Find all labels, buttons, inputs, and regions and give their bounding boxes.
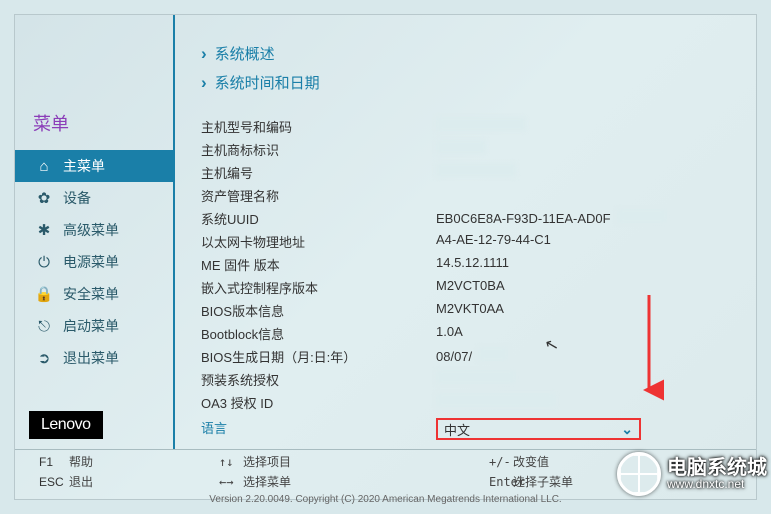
redacted-value: [436, 163, 516, 177]
sidebar-item-devices[interactable]: ✿ 设备: [15, 182, 173, 214]
language-select[interactable]: 中文 ⌄: [436, 418, 641, 440]
advanced-icon: ✱: [35, 221, 53, 239]
info-row: ME 固件 版本14.5.12.1111: [201, 253, 746, 276]
sidebar-item-label: 安全菜单: [63, 284, 119, 304]
sidebar-item-security[interactable]: 🔒 安全菜单: [15, 278, 173, 310]
exit-icon: ➲: [35, 349, 53, 367]
info-label: 预装系统授权: [201, 370, 436, 389]
lock-icon: 🔒: [35, 285, 53, 303]
chevron-right-icon: ›: [201, 73, 207, 93]
info-value: [436, 370, 746, 389]
sidebar-item-label: 设备: [63, 188, 91, 208]
sidebar-menu: ⌂ 主菜单 ✿ 设备 ✱ 高级菜单 ⏻ 电源菜单 🔒 安全菜单: [15, 150, 173, 374]
section-label: 系统时间和日期: [215, 72, 320, 93]
info-label: BIOS版本信息: [201, 301, 436, 320]
section-system-datetime[interactable]: › 系统时间和日期: [201, 68, 746, 97]
sidebar-item-advanced[interactable]: ✱ 高级菜单: [15, 214, 173, 246]
info-label: 主机商标标识: [201, 140, 436, 159]
startup-icon: ⎋: [35, 318, 53, 335]
section-label: 系统概述: [215, 43, 275, 64]
redacted-value: [436, 393, 556, 407]
info-row: 嵌入式控制程序版本M2VCT0BA: [201, 276, 746, 299]
redacted-value: [617, 209, 667, 223]
info-label: ME 固件 版本: [201, 255, 436, 274]
info-row: 预装系统授权: [201, 368, 746, 391]
sidebar-item-label: 电源菜单: [63, 252, 119, 272]
redacted-value: [436, 370, 516, 384]
footer-enter: Enter 选择子菜单: [489, 473, 609, 490]
sidebar-item-startup[interactable]: ⎋ 启动菜单: [15, 310, 173, 342]
info-value: EB0C6E8A-F93D-11EA-AD0F: [436, 209, 746, 228]
sidebar-item-label: 主菜单: [63, 156, 105, 176]
sidebar-item-label: 退出菜单: [63, 348, 119, 368]
info-label: 主机型号和编码: [201, 117, 436, 136]
language-value: 中文: [444, 420, 470, 439]
info-row: Bootblock信息1.0A: [201, 322, 746, 345]
info-value: [436, 163, 746, 182]
home-icon: ⌂: [35, 158, 53, 175]
info-row: 主机商标标识: [201, 138, 746, 161]
sidebar: 菜单 ⌂ 主菜单 ✿ 设备 ✱ 高级菜单 ⏻ 电源菜单: [15, 15, 175, 449]
info-value: 08/07/: [436, 347, 746, 366]
footer-select-menu: ←→ 选择菜单: [219, 473, 339, 490]
info-value: M2VKT0AA: [436, 301, 746, 320]
info-label: BIOS生成日期（月:日:年）: [201, 347, 436, 366]
sidebar-item-power[interactable]: ⏻ 电源菜单: [15, 246, 173, 278]
section-links: › 系统概述 › 系统时间和日期: [201, 39, 746, 97]
watermark-title: 电脑系统城: [667, 457, 767, 479]
info-row: 系统UUIDEB0C6E8A-F93D-11EA-AD0F: [201, 207, 746, 230]
redacted-value: [478, 347, 508, 361]
info-value: 1.0A: [436, 324, 746, 343]
power-icon: ⏻: [35, 254, 53, 271]
info-row: OA3 授权 ID: [201, 391, 746, 414]
info-table: 主机型号和编码主机商标标识主机编号资产管理名称系统UUIDEB0C6E8A-F9…: [201, 115, 746, 414]
language-row: 语言 中文 ⌄: [201, 416, 746, 442]
footer-help: F1 帮助: [39, 453, 159, 470]
chevron-right-icon: ›: [201, 44, 207, 64]
info-value: [436, 117, 746, 136]
redacted-value: [436, 117, 526, 131]
info-value: M2VCT0BA: [436, 278, 746, 297]
info-row: BIOS生成日期（月:日:年）08/07/: [201, 345, 746, 368]
lenovo-logo: Lenovo: [29, 411, 103, 439]
sidebar-item-label: 高级菜单: [63, 220, 119, 240]
devices-icon: ✿: [35, 189, 53, 207]
info-label: 主机编号: [201, 163, 436, 182]
info-label: 以太网卡物理地址: [201, 232, 436, 251]
info-value: A4-AE-12-79-44-C1: [436, 232, 746, 251]
info-row: BIOS版本信息M2VKT0AA: [201, 299, 746, 322]
info-value: 14.5.12.1111: [436, 255, 746, 274]
info-value: [436, 140, 746, 159]
info-label: 系统UUID: [201, 209, 436, 228]
redacted-value: [436, 140, 486, 154]
info-row: 主机型号和编码: [201, 115, 746, 138]
language-label: 语言: [201, 418, 436, 440]
chevron-down-icon: ⌄: [621, 421, 633, 438]
footer-select-item: ↑↓ 选择项目: [219, 453, 339, 470]
section-system-overview[interactable]: › 系统概述: [201, 39, 746, 68]
info-value: [436, 186, 746, 205]
info-label: 嵌入式控制程序版本: [201, 278, 436, 297]
info-row: 主机编号: [201, 161, 746, 184]
sidebar-item-exit[interactable]: ➲ 退出菜单: [15, 342, 173, 374]
info-row: 以太网卡物理地址A4-AE-12-79-44-C1: [201, 230, 746, 253]
sidebar-item-main[interactable]: ⌂ 主菜单: [15, 150, 173, 182]
footer-change: +/- 改变值: [489, 453, 609, 470]
watermark: 电脑系统城 www.dnxtc.net: [617, 452, 767, 496]
footer-exit: ESC 退出: [39, 473, 159, 490]
menu-heading: 菜单: [33, 110, 69, 136]
info-row: 资产管理名称: [201, 184, 746, 207]
info-label: Bootblock信息: [201, 324, 436, 343]
info-label: 资产管理名称: [201, 186, 436, 205]
watermark-url: www.dnxtc.net: [667, 478, 767, 490]
info-value: [436, 393, 746, 412]
main-panel: › 系统概述 › 系统时间和日期 主机型号和编码主机商标标识主机编号资产管理名称…: [175, 15, 756, 449]
sidebar-item-label: 启动菜单: [63, 316, 119, 336]
info-label: OA3 授权 ID: [201, 393, 436, 412]
watermark-logo-icon: [617, 452, 661, 496]
